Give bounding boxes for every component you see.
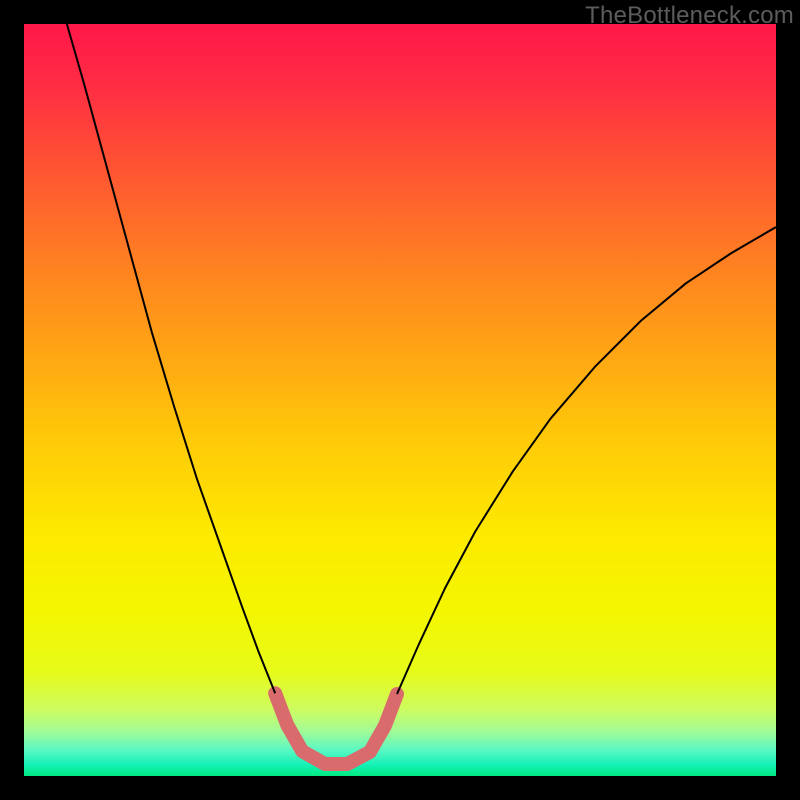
- plot-area: [24, 24, 776, 776]
- watermark-label: TheBottleneck.com: [585, 2, 794, 30]
- series-left-descent: [67, 24, 275, 693]
- chart-frame: TheBottleneck.com: [0, 0, 800, 800]
- series-valley-highlight: [275, 693, 397, 764]
- series-right-ascent: [397, 227, 776, 694]
- curves-svg: [24, 24, 776, 776]
- curve-group: [67, 24, 776, 764]
